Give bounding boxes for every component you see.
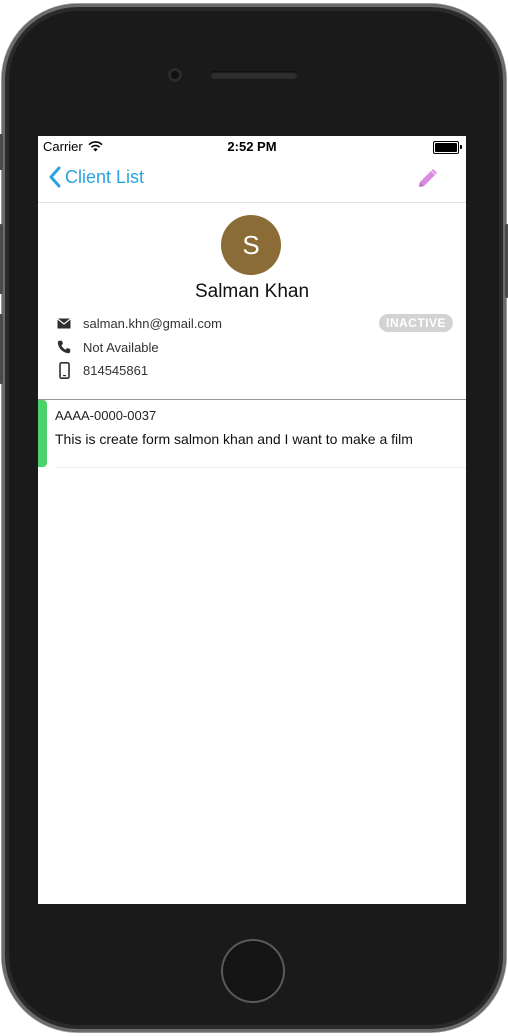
back-button-label: Client List [65,166,145,187]
envelope-icon [56,315,72,331]
clock: 2:52 PM [227,139,277,154]
client-profile: S Salman Khan salman.khn@gmail.com INACT… [38,203,466,399]
note-text: This is create form salmon khan and I wa… [55,431,413,447]
note-list-item[interactable]: AAAA-0000-0037 This is create form salmo… [38,400,466,468]
email-value: salman.khn@gmail.com [83,315,222,331]
mute-switch [0,134,3,170]
client-name: Salman Khan [194,281,310,302]
mobile-phone-icon [56,361,72,379]
email-row[interactable]: salman.khn@gmail.com [56,314,222,332]
battery-icon [433,141,462,154]
navigation-bar: Client List [38,156,466,203]
edit-button[interactable] [416,168,438,195]
front-camera [168,68,182,82]
status-bar: Carrier 2:52 PM [38,136,466,156]
home-button[interactable] [221,939,285,1003]
note-status-accent [38,400,47,467]
earpiece-speaker [210,71,298,79]
avatar-initial: S [242,229,260,260]
note-separator [55,467,466,468]
status-badge: INACTIVE [379,314,454,332]
chevron-left-icon [49,166,61,188]
phone-icon [56,339,72,355]
mobile-row[interactable]: 814545861 [56,361,148,379]
pencil-icon [419,169,437,187]
volume-up-button [0,224,3,294]
volume-down-button [0,314,3,384]
app-screen: Carrier 2:52 PM Client List S Salman Kha… [38,136,466,904]
back-button[interactable]: Client List [48,166,144,188]
note-id: AAAA-0000-0037 [55,408,157,423]
phone-value: Not Available [83,339,159,355]
mobile-value: 814545861 [83,362,149,378]
phone-row[interactable]: Not Available [56,338,159,356]
avatar: S [221,215,281,275]
